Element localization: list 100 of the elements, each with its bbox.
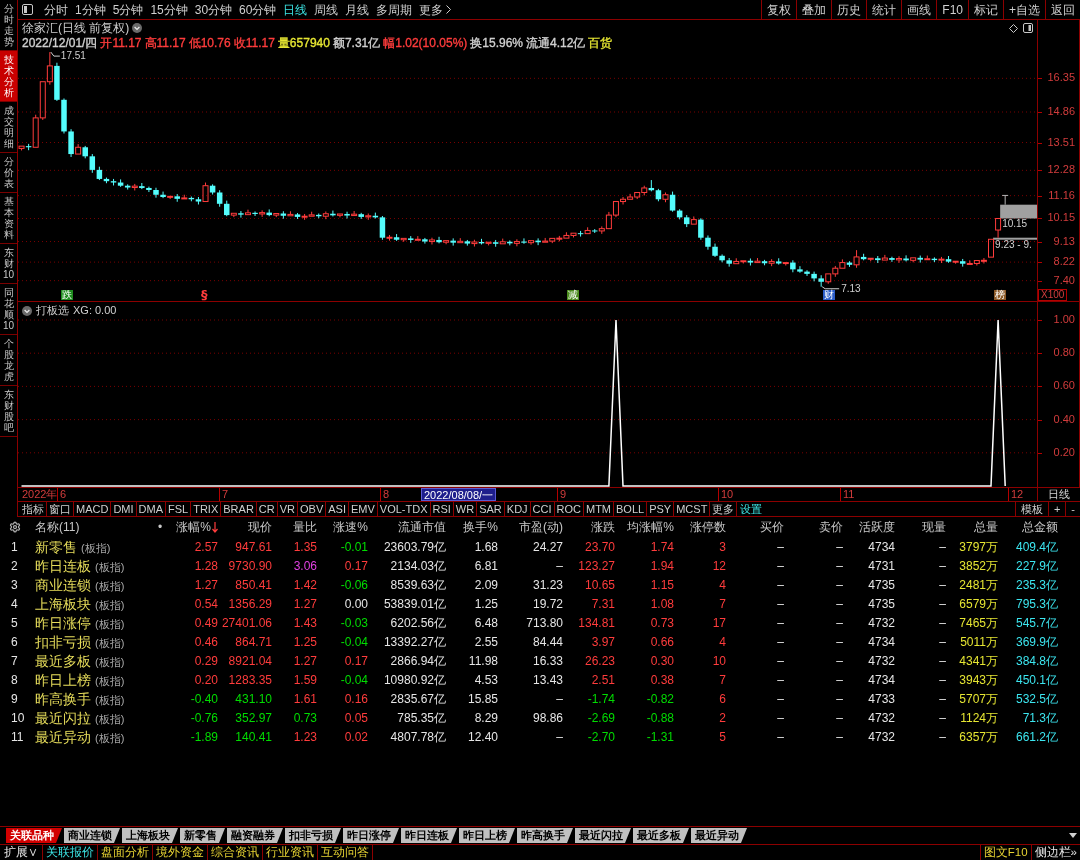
bottom-tab[interactable]: 关联品种 [6, 828, 62, 843]
column-header[interactable]: 现量 [922, 521, 946, 533]
bottom-tab[interactable]: 上海板块 [122, 828, 178, 843]
event-marker[interactable]: 跌 [61, 290, 73, 300]
sidebar-tab[interactable]: 东财10 [0, 244, 17, 284]
period-tab[interactable]: 1分钟 [75, 3, 106, 16]
period-tab[interactable]: 月线 [345, 3, 370, 16]
indicator-tab[interactable]: MCST [674, 502, 711, 516]
bottom-tab[interactable]: 最近异动 [691, 828, 747, 843]
sector-name[interactable]: 最近异动 [35, 729, 91, 744]
event-marker[interactable]: 榜 [994, 290, 1006, 300]
bottom-link[interactable]: 盘面分析 [98, 845, 153, 860]
sector-name[interactable]: 新零售 [35, 539, 77, 554]
bottom-link[interactable]: 互动问答 [318, 845, 373, 860]
indicator-tab[interactable]: ROC [554, 502, 584, 516]
period-tab[interactable]: 15分钟 [150, 3, 188, 16]
sector-name[interactable]: 扣非亏损 [35, 634, 91, 649]
expand-button[interactable]: 扩展∨ [0, 845, 43, 860]
period-tab[interactable]: 周线 [314, 3, 339, 16]
sidebar-tab[interactable]: 成交明细 [0, 102, 17, 153]
column-header[interactable]: 换手% [463, 521, 498, 533]
indicator-tab[interactable]: SAR [477, 502, 505, 516]
indicator-tab[interactable]: DMA [136, 502, 166, 516]
sidebar-tab[interactable]: 东财股吧 [0, 386, 17, 437]
period-tab[interactable]: 日线 [283, 3, 308, 16]
indicator-tab[interactable]: 指标 [20, 502, 47, 516]
bottom-tab[interactable]: 最近多板 [633, 828, 689, 843]
period-tab[interactable]: 60分钟 [239, 3, 277, 16]
sector-name[interactable]: 商业连锁 [35, 577, 91, 592]
indicator-tab[interactable]: RSI [430, 502, 454, 516]
sector-name[interactable]: 最近闪拉 [35, 710, 91, 725]
side-panel-button[interactable]: 侧边栏» [1030, 845, 1080, 860]
indicator-tab[interactable]: 更多 [710, 502, 738, 516]
column-header[interactable]: 活跃度 [859, 521, 895, 533]
sector-name[interactable]: 上海板块 [35, 596, 91, 611]
indicator-tab[interactable]: DMI [111, 502, 137, 516]
indicator-tab[interactable]: CR [256, 502, 278, 516]
sector-name[interactable]: 昨日上榜 [35, 672, 91, 687]
bottom-tab[interactable]: 扣非亏损 [285, 828, 341, 843]
column-header[interactable]: 涨跌 [591, 521, 615, 533]
toolbar-button[interactable]: 标记 [968, 0, 1003, 19]
indicator-tab[interactable]: BRAR [221, 502, 257, 516]
period-tab[interactable]: 分时 [44, 3, 68, 16]
period-tab[interactable]: 5分钟 [112, 3, 144, 16]
indicator-tab[interactable]: PSY [647, 502, 675, 516]
toolbar-button[interactable]: 叠加 [796, 0, 832, 19]
column-header[interactable]: 总量 [974, 521, 998, 533]
toolbar-button[interactable]: +自选 [1003, 0, 1045, 19]
panel-toggle-icon[interactable] [22, 4, 33, 15]
sector-name[interactable]: 昨高换手 [35, 691, 91, 706]
column-header[interactable]: 涨停数 [690, 521, 726, 533]
indicator-tab[interactable]: KDJ [504, 502, 531, 516]
panel-button[interactable]: - [1065, 502, 1080, 516]
column-header[interactable]: • [157, 521, 163, 533]
toolbar-button[interactable]: 统计 [866, 0, 902, 19]
indicator-tab[interactable]: BOLL [614, 502, 648, 516]
indicator-tab[interactable]: MTM [584, 502, 615, 516]
column-header[interactable]: 卖价 [819, 521, 843, 533]
column-header[interactable]: 均涨幅% [627, 521, 674, 533]
bottom-tab[interactable]: 昨日连板 [401, 828, 457, 843]
toolbar-button[interactable]: 复权 [761, 0, 797, 19]
window-icon[interactable] [1023, 23, 1033, 33]
bottom-link[interactable]: 关联报价 [43, 845, 98, 860]
column-header[interactable]: 买价 [760, 521, 784, 533]
event-marker[interactable]: § [201, 288, 208, 301]
indicator-tab[interactable]: WR [453, 502, 478, 516]
bottom-tab[interactable]: 昨高换手 [517, 828, 573, 843]
indicator-tab[interactable]: FSL [166, 502, 192, 516]
indicator-tab[interactable]: CCI [530, 502, 555, 516]
event-marker[interactable]: 财 [823, 290, 835, 300]
indicator-tab[interactable]: EMV [348, 502, 378, 516]
indicator-tab[interactable]: ASI [326, 502, 349, 516]
chevron-down-icon[interactable] [132, 23, 143, 33]
toolbar-button[interactable]: 画线 [901, 0, 937, 19]
bottom-tab[interactable]: 昨日上榜 [459, 828, 515, 843]
bottom-link[interactable]: 综合资讯 [208, 845, 263, 860]
sector-name[interactable]: 昨日连板 [35, 558, 91, 573]
indicator-tab[interactable]: TRIX [191, 502, 222, 516]
more-button[interactable]: 更多 [419, 3, 452, 16]
indicator-tab[interactable]: VR [277, 502, 298, 516]
indicator-tab[interactable]: 窗口 [47, 502, 74, 516]
bottom-tab[interactable]: 商业连锁 [64, 828, 120, 843]
indicator-tab[interactable]: MACD [74, 502, 112, 516]
toolbar-button[interactable]: 历史 [831, 0, 867, 19]
column-header[interactable]: 涨速% [333, 521, 368, 533]
column-header[interactable]: 流通市值 [398, 521, 446, 533]
indicator-tab[interactable]: OBV [298, 502, 327, 516]
bottom-link[interactable]: 行业资讯 [263, 845, 318, 860]
sector-name[interactable]: 最近多板 [35, 653, 91, 668]
column-header[interactable]: 现价 [248, 521, 272, 533]
settings-link[interactable]: 设置 [737, 502, 766, 516]
sidebar-tab[interactable]: 技术分析 [0, 51, 17, 102]
column-header[interactable]: 市盈(动) [519, 521, 563, 533]
f10-button[interactable]: 图文F10 [979, 845, 1031, 860]
period-tab[interactable]: 30分钟 [194, 3, 233, 16]
column-header[interactable]: 总金额 [1022, 521, 1058, 533]
settings-icon[interactable] [9, 521, 21, 533]
sector-name[interactable]: 昨日涨停 [35, 615, 91, 630]
bottom-tab[interactable]: 最近闪拉 [575, 828, 631, 843]
diamond-icon[interactable] [1009, 23, 1018, 33]
